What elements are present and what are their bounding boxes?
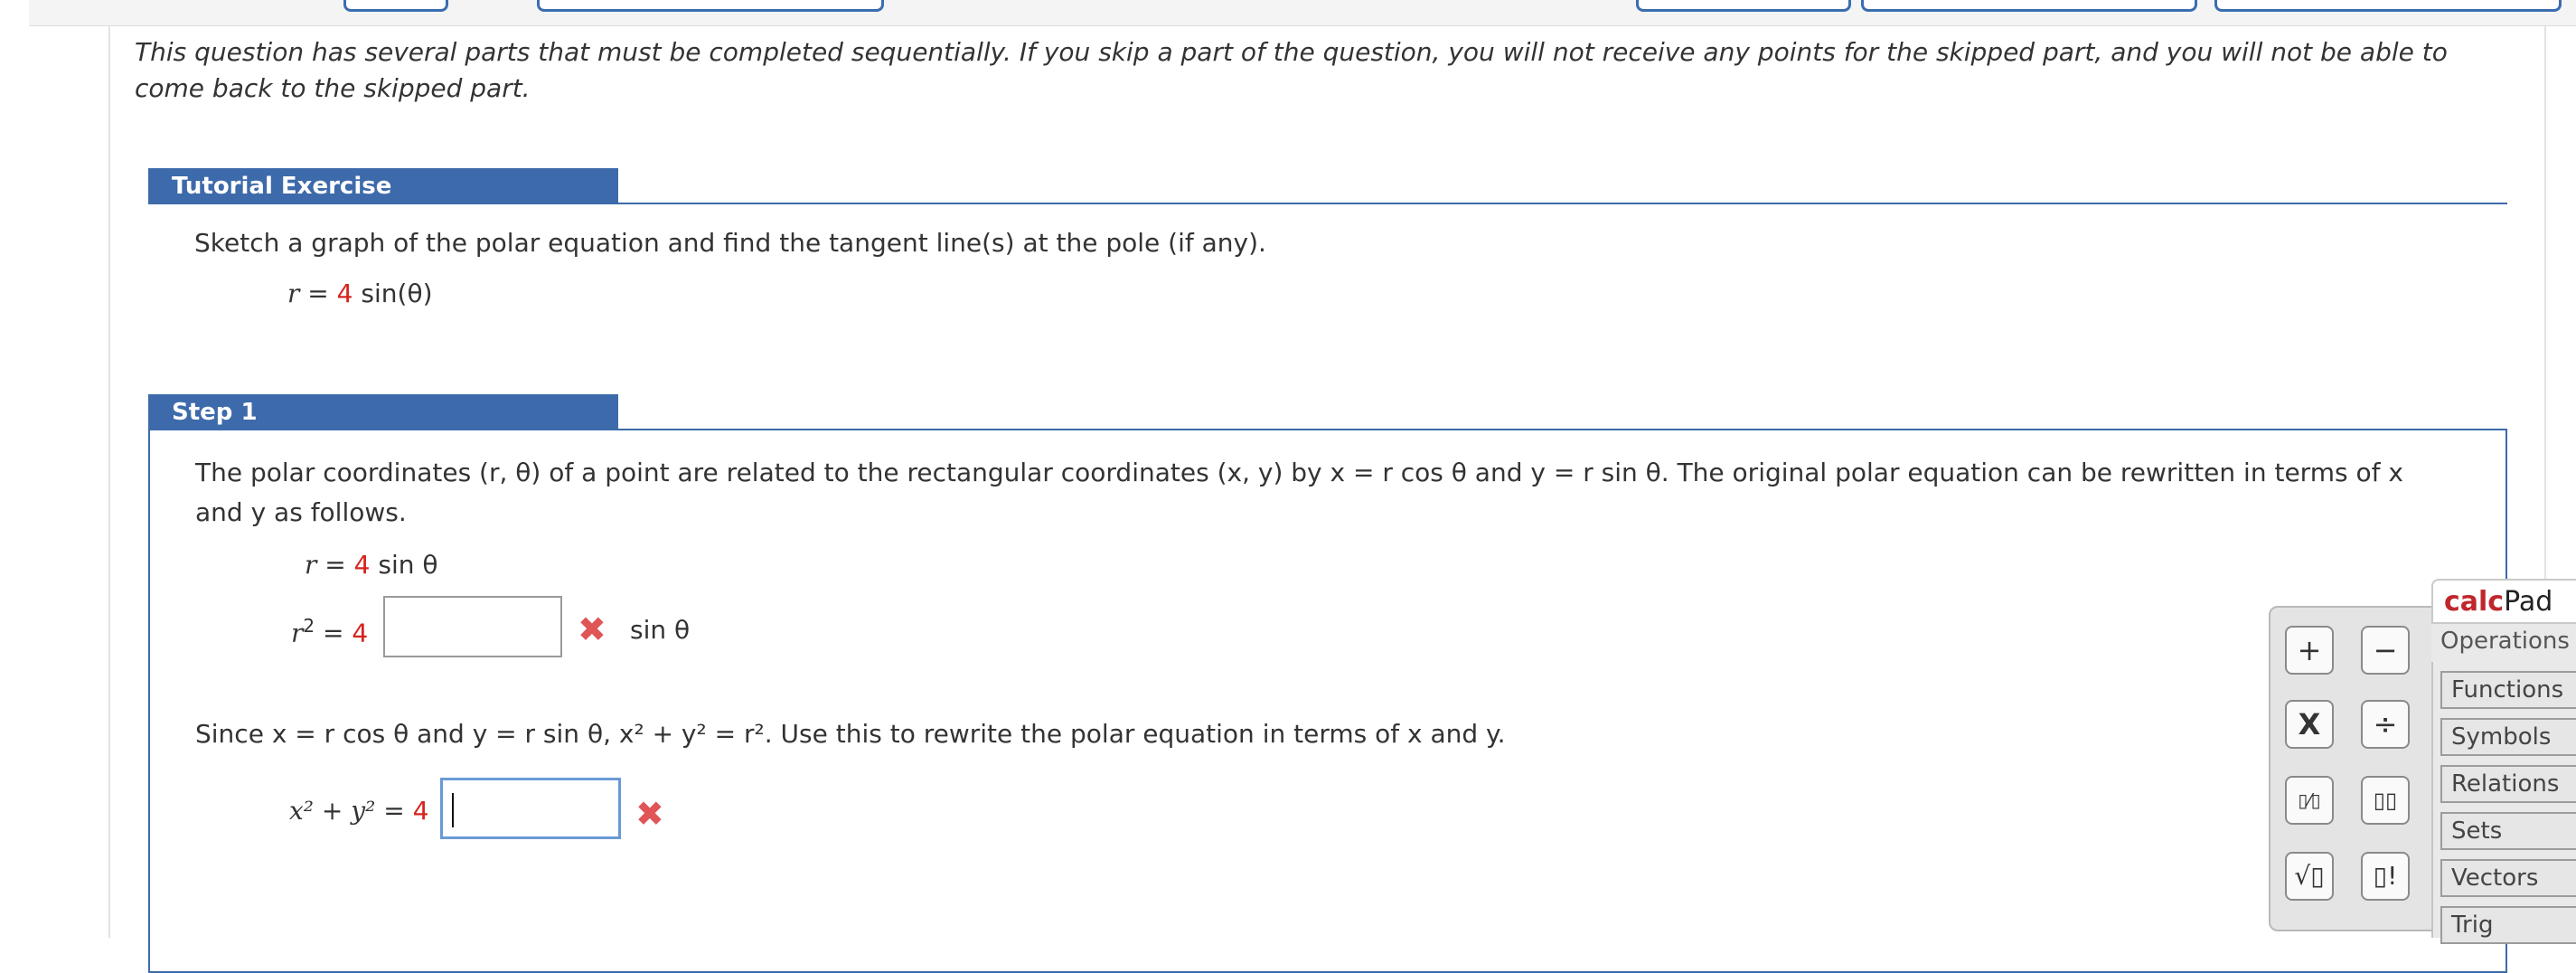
times-button[interactable]: X [2285, 700, 2334, 749]
sqrt-button[interactable]: √▯ [2285, 852, 2334, 901]
line1-equals: = [324, 550, 346, 580]
tutorial-header: Tutorial Exercise [148, 168, 618, 204]
calcpad-title[interactable]: calcPad [2431, 579, 2576, 624]
tutorial-equation: r = 4 sin(θ) [287, 279, 433, 308]
line3-lhs: x² + y² [289, 796, 376, 826]
step1-line1: r = 4 sin θ [305, 550, 438, 580]
content-border-left [108, 25, 110, 938]
tab-relations[interactable]: Relations [2440, 765, 2576, 803]
toolbar-button-5[interactable] [2214, 0, 2562, 12]
incorrect-icon: ✖ [578, 609, 606, 649]
top-toolbar [29, 0, 2576, 26]
power-button[interactable]: ▯▯ [2361, 776, 2410, 825]
line2-coefficient: 4 [352, 618, 369, 648]
eq-rest: sin(θ) [361, 279, 433, 308]
toolbar-button-1[interactable] [343, 0, 448, 12]
answer-input-1[interactable] [383, 596, 562, 657]
step1-line3: x² + y² = 4 [289, 796, 428, 826]
line2-equals: = [323, 618, 344, 648]
step1-since-text: Since x = r cos θ and y = r sin θ, x² + … [195, 719, 1506, 749]
toolbar-button-3[interactable] [1636, 0, 1851, 12]
line1-lhs: r [305, 550, 317, 580]
tab-functions[interactable]: Functions [2440, 671, 2576, 709]
tab-operations[interactable]: Operations [2431, 624, 2576, 662]
line2-after: sin θ [630, 615, 691, 645]
tab-sets[interactable]: Sets [2440, 812, 2576, 850]
tutorial-header-rule [618, 203, 2507, 204]
step1-header: Step 1 [148, 394, 618, 430]
line3-coefficient: 4 [412, 796, 429, 826]
line1-rest: sin θ [378, 550, 438, 580]
divide-button[interactable]: ÷ [2361, 700, 2410, 749]
toolbar-button-2[interactable] [537, 0, 884, 12]
step1-line2: r2 = 4 [291, 615, 368, 647]
text-cursor [452, 793, 454, 827]
minus-button[interactable]: − [2361, 626, 2410, 675]
tutorial-prompt: Sketch a graph of the polar equation and… [194, 228, 1266, 258]
calcpad-title-calc: calc [2444, 586, 2505, 618]
line1-coefficient: 4 [353, 550, 371, 580]
tab-symbols[interactable]: Symbols [2440, 718, 2576, 756]
instructions-text: This question has several parts that mus… [135, 37, 2448, 103]
factorial-button[interactable]: ▯! [2361, 852, 2410, 901]
line3-equals: = [383, 796, 405, 826]
eq-lhs: r [287, 279, 300, 308]
line2-lhs: r [291, 618, 304, 648]
tab-vectors[interactable]: Vectors [2440, 859, 2576, 897]
incorrect-icon: ✖ [635, 794, 664, 834]
toolbar-button-4[interactable] [1861, 0, 2197, 12]
eq-coefficient: 4 [336, 279, 353, 308]
eq-equals: = [307, 279, 329, 308]
fraction-button[interactable]: ▯⁄▯ [2285, 776, 2334, 825]
tab-trig[interactable]: Trig [2440, 906, 2576, 944]
line2-exponent: 2 [303, 615, 315, 637]
calcpad-panel: + − X ÷ ▯⁄▯ ▯▯ √▯ ▯! [2269, 606, 2440, 931]
calcpad-title-pad: Pad [2504, 586, 2553, 618]
step1-explanation: The polar coordinates (r, θ) of a point … [195, 458, 2403, 527]
answer-input-2[interactable] [440, 778, 621, 839]
plus-button[interactable]: + [2285, 626, 2334, 675]
